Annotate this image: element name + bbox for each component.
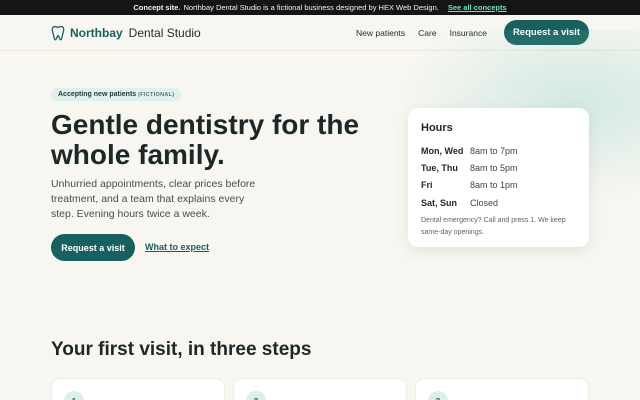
hours-day: Tue, Thu [421, 162, 458, 173]
step-number: 3 [428, 391, 448, 400]
tooth-icon [51, 25, 65, 40]
hours-day: Mon, Wed [421, 145, 464, 156]
hours-day: Sat, Sun [421, 197, 458, 208]
hero-description: Unhurried appointments, clear prices bef… [51, 178, 256, 220]
page-title: Gentle dentistry for the whole family. [51, 109, 360, 170]
badge-tag: (FICTIONAL) [138, 92, 175, 98]
hours-time: 8am to 7pm [470, 145, 518, 156]
step-card-1: 1 [51, 378, 225, 400]
hours-time: 8am to 1pm [470, 180, 518, 191]
concept-banner: Concept site. Northbay Dental Studio is … [0, 0, 640, 15]
hours-card: Hours Mon, Wed 8am to 7pm Tue, Thu 8am t… [408, 108, 589, 247]
step-card-3: 3 [415, 378, 589, 400]
emergency-note: Dental emergency? Call and press 1. We k… [421, 217, 566, 237]
hours-time: 8am to 5pm [470, 162, 518, 173]
hours-row: Mon, Wed 8am to 7pm [421, 142, 576, 159]
status-badge: Accepting new patients (FICTIONAL) [51, 88, 182, 101]
hours-row: Fri 8am to 1pm [421, 177, 576, 194]
step-number: 2 [246, 391, 266, 400]
hours-day: Fri [421, 180, 433, 191]
steps-section-title: Your first visit, in three steps [51, 339, 312, 360]
hours-row: Tue, Thu 8am to 5pm [421, 159, 576, 176]
step-number: 1 [64, 391, 84, 400]
see-all-concepts-link[interactable]: See all concepts [448, 3, 507, 12]
hours-row: Sat, Sun Closed [421, 194, 576, 211]
what-to-expect-link[interactable]: What to expect [145, 242, 209, 252]
step-card-2: 2 [233, 378, 407, 400]
hours-time: Closed [470, 197, 499, 208]
brand-logo[interactable]: Northbay Dental Studio [51, 25, 201, 41]
banner-lead: Concept site. [133, 3, 181, 12]
badge-label: Accepting new patients [58, 91, 137, 98]
hero-request-visit-button[interactable]: Request a visit [51, 234, 135, 261]
banner-text: Northbay Dental Studio is a fictional bu… [183, 3, 439, 12]
brand-name: Northbay [70, 25, 123, 40]
hours-title: Hours [421, 122, 453, 134]
brand-subtitle: Dental Studio [128, 25, 201, 40]
